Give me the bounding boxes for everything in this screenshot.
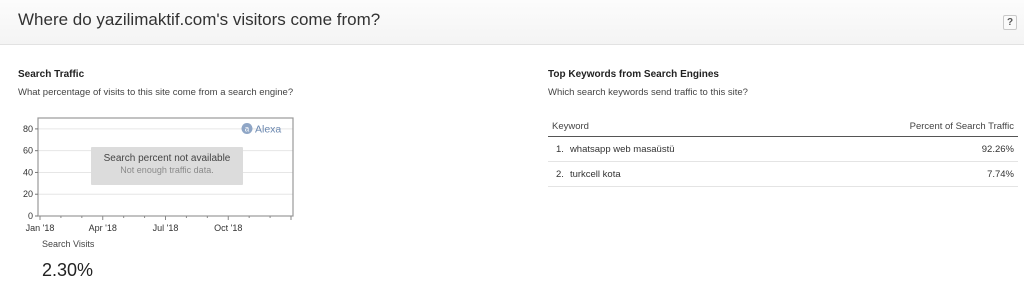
y-tick-label: 80 — [23, 124, 33, 134]
page-header: Where do yazilimaktif.com's visitors com… — [0, 0, 1024, 45]
keyword-cell: 2. turkcell kota — [548, 161, 802, 187]
keyword-percent: 7.74% — [801, 161, 1018, 187]
no-data-overlay: Search percent not available Not enough … — [91, 147, 243, 185]
keywords-table-header: Keyword Percent of Search Traffic — [548, 116, 1018, 137]
y-tick-label: 60 — [23, 146, 33, 156]
search-visits-value: 2.30% — [42, 260, 94, 280]
top-keywords-title: Top Keywords from Search Engines — [548, 69, 719, 80]
alexa-watermark: a Alexa — [241, 123, 281, 136]
y-tick-label: 40 — [23, 167, 33, 177]
x-tick-label: Oct '18 — [214, 223, 242, 233]
table-row: 2. turkcell kota 7.74% — [548, 161, 1018, 187]
search-traffic-subtitle: What percentage of visits to this site c… — [18, 87, 294, 98]
top-keywords-subtitle: Which search keywords send traffic to th… — [548, 87, 748, 98]
keyword-percent: 92.26% — [801, 136, 1018, 162]
keyword-cell: 1. whatsapp web masaüstü — [548, 136, 802, 162]
no-data-subtitle: Not enough traffic data. — [120, 165, 214, 175]
percent-column-header[interactable]: Percent of Search Traffic — [801, 116, 1018, 137]
keyword-text: whatsapp web masaüstü — [569, 143, 675, 155]
x-tick-label: Apr '18 — [89, 223, 117, 233]
y-axis: 0 20 40 60 80 — [23, 124, 38, 221]
y-tick-label: 20 — [23, 189, 33, 199]
x-tick-label: Jul '18 — [153, 223, 179, 233]
x-axis: Jan '18 Apr '18 Jul '18 Oct '18 — [26, 216, 292, 233]
x-tick-label: Jan '18 — [26, 223, 55, 233]
alexa-logo-letter: a — [245, 125, 250, 134]
keyword-text: turkcell kota — [569, 168, 621, 180]
help-button[interactable]: ? — [1003, 15, 1017, 30]
search-visits-label: Search Visits — [42, 239, 95, 249]
y-tick-label: 0 — [28, 211, 33, 221]
no-data-title: Search percent not available — [103, 153, 231, 164]
table-row: 1. whatsapp web masaüstü 92.26% — [548, 136, 1018, 162]
keyword-column-header[interactable]: Keyword — [548, 116, 802, 137]
search-traffic-title: Search Traffic — [18, 69, 85, 80]
keyword-rank: 1. — [556, 143, 564, 155]
page-title: Where do yazilimaktif.com's visitors com… — [18, 10, 381, 29]
keyword-rank: 2. — [556, 168, 564, 180]
alexa-watermark-text: Alexa — [255, 124, 281, 136]
keywords-table: Keyword Percent of Search Traffic 1. what… — [548, 116, 1018, 187]
